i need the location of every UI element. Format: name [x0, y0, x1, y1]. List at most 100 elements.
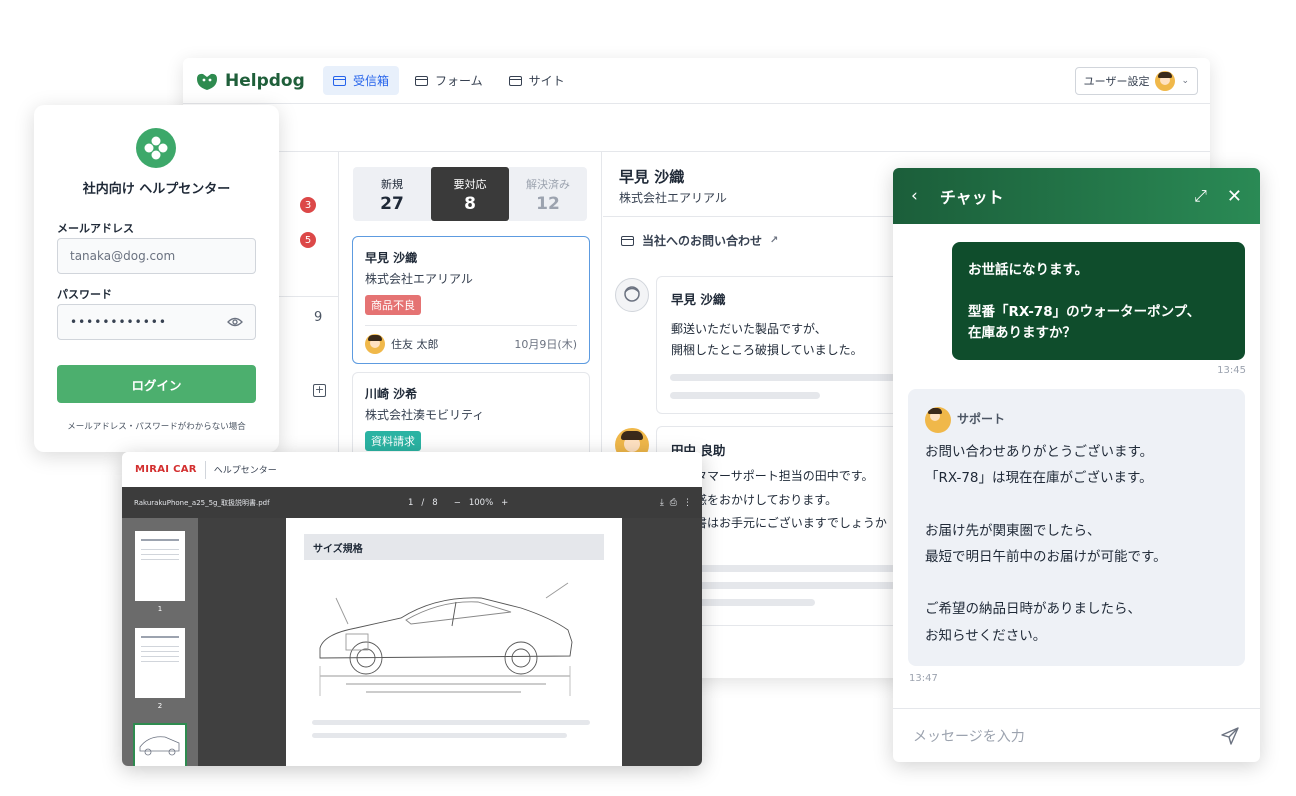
inbox-icon: [333, 75, 346, 86]
inquiry-source-label: 当社へのお問い合わせ: [642, 234, 763, 248]
message-line: 「RX-78」は現在在庫がございます。: [925, 470, 1153, 487]
ticket-footer: 住友 太郎 10月9日(木): [365, 325, 577, 354]
eye-icon[interactable]: [227, 316, 243, 328]
page-current[interactable]: 1: [408, 498, 413, 508]
message-line: お世話になります。: [968, 262, 1089, 278]
placeholder-line: [670, 392, 820, 399]
agent-name: サポート: [957, 412, 1006, 427]
form-icon: [621, 235, 634, 246]
ticket-date: 10月9日(木): [514, 338, 577, 351]
tab-inbox[interactable]: 受信箱: [323, 66, 400, 95]
email-label: メールアドレス: [57, 222, 134, 235]
back-chevron-icon[interactable]: ‹: [911, 186, 918, 206]
page-total: 8: [432, 497, 438, 508]
site-icon: [508, 75, 522, 86]
message-input-placeholder: メッセージを入力: [913, 728, 1025, 745]
ticket-assignee: 住友 太郎: [391, 338, 439, 351]
assignee-avatar: [365, 334, 385, 354]
message-line: ご希望の納品日時がありましたら、: [925, 601, 1141, 618]
incoming-message: サポート お問い合わせありがとうございます。 「RX-78」は現在在庫がございま…: [908, 389, 1245, 666]
sub-toolbar: [183, 104, 1210, 152]
add-folder-icon[interactable]: +: [313, 384, 326, 397]
placeholder-line: [312, 720, 590, 725]
user-avatar: [1155, 70, 1176, 91]
outgoing-message: お世話になります。 型番「RX-78」のウォーターポンプ、 在庫ありますか？: [952, 242, 1245, 360]
placeholder-line: [670, 582, 900, 589]
tab-forms[interactable]: フォーム: [405, 66, 493, 95]
print-icon[interactable]: ⎙: [670, 498, 677, 508]
tab-status-resolved[interactable]: 解決済み 12: [509, 167, 587, 221]
chat-widget: ‹ チャット ⤢ ✕ お世話になります。 型番「RX-78」のウォーターポンプ、…: [893, 168, 1260, 762]
status-label: 解決済み: [526, 178, 570, 191]
chat-header: ‹ チャット ⤢ ✕: [893, 168, 1260, 224]
mirai-car-logo[interactable]: MIRAI CAR: [135, 464, 197, 475]
pdf-toolbar: RakurakuPhone_a25_5g_取扱説明書.pdf 1 / 8 − 1…: [122, 487, 702, 518]
inquiry-source[interactable]: 当社へのお問い合わせ ↗: [621, 232, 778, 249]
pdf-page-area: サイズ規格: [198, 518, 702, 766]
message-input[interactable]: メッセージを入力: [893, 709, 1260, 762]
tab-site-label: サイト: [528, 74, 565, 88]
tab-inbox-label: 受信箱: [353, 74, 390, 88]
page-thumbnail[interactable]: [135, 531, 185, 601]
pdf-actions: ⤓ ⎙ ⋮: [660, 498, 692, 508]
tab-status-new[interactable]: 新規 27: [353, 167, 431, 221]
zoom-in-button[interactable]: +: [501, 498, 508, 508]
message-line: お知らせください。: [925, 627, 1047, 644]
zoom-out-button[interactable]: −: [454, 498, 461, 508]
thumbnail-number: 2: [157, 702, 163, 710]
placeholder-line: [670, 374, 900, 381]
close-icon[interactable]: ✕: [1227, 186, 1242, 207]
helpdog-logo[interactable]: Helpdog: [195, 71, 323, 91]
status-count: 12: [536, 194, 560, 214]
page-thumbnail[interactable]: [135, 628, 185, 698]
ticket-card[interactable]: 早見 沙織 株式会社エアリアル 商品不良 住友 太郎 10月9日(木): [352, 236, 590, 364]
message-line: 開梱したところ破損していました。: [671, 342, 863, 357]
thumbnail-number: 1: [157, 605, 163, 613]
agent-header: サポート: [925, 407, 1228, 433]
password-field[interactable]: ••••••••••••: [57, 304, 256, 340]
external-link-icon[interactable]: ↗: [770, 235, 778, 246]
pdf-page-controls: 1 / 8 − 100% +: [408, 498, 508, 508]
forgot-credentials-link[interactable]: メールアドレス・パスワードがわからない場合: [34, 420, 279, 432]
page-separator: /: [421, 497, 425, 508]
message-line: お問い合わせありがとうございます。: [925, 444, 1154, 460]
app-name: Helpdog: [225, 70, 305, 91]
user-settings-label: ユーザー設定: [1083, 74, 1150, 88]
form-icon: [415, 75, 429, 86]
more-icon[interactable]: ⋮: [683, 498, 692, 508]
message-line: お届け先が関東圏でしたら、: [925, 522, 1101, 539]
send-icon[interactable]: [1220, 726, 1240, 746]
dog-logo-icon: [197, 73, 217, 90]
page-thumbnail-selected[interactable]: [133, 723, 187, 766]
status-label: 要対応: [453, 178, 487, 191]
unread-badge: 3: [300, 197, 316, 213]
chevron-down-icon: ⌄: [1181, 75, 1189, 86]
tab-site[interactable]: サイト: [499, 66, 575, 95]
message-line: 郵送いただいた製品ですが、: [671, 321, 827, 336]
ticket-tag: 商品不良: [365, 295, 421, 315]
pdf-filename: RakurakuPhone_a25_5g_取扱説明書.pdf: [134, 498, 270, 507]
user-settings-button[interactable]: ユーザー設定 ⌄: [1074, 66, 1198, 95]
status-label: 新規: [381, 178, 403, 191]
message-line: 在庫ありますか？: [968, 324, 1076, 341]
ticket-customer-name: 川崎 沙希: [365, 387, 418, 401]
message-line: [925, 492, 1228, 518]
email-field[interactable]: tanaka@dog.com: [57, 238, 256, 274]
ticket-company: 株式会社エアリアル: [365, 272, 473, 286]
download-icon[interactable]: ⤓: [660, 498, 664, 508]
message-line: 型番「RX-78」のウォーターポンプ、: [968, 303, 1201, 320]
agent-avatar: [925, 407, 951, 433]
unread-badge: 5: [300, 232, 316, 248]
expand-icon[interactable]: ⤢: [1194, 186, 1207, 206]
page-heading: サイズ規格: [304, 534, 604, 560]
pdf-thumbnail-sidebar: 1 2: [122, 518, 198, 766]
status-count: 27: [380, 194, 404, 214]
detail-company: 株式会社エアリアル: [619, 191, 727, 205]
customer-avatar: [615, 278, 649, 312]
helpcenter-logo-icon: [136, 128, 176, 168]
tab-status-pending[interactable]: 要対応 8: [431, 167, 509, 221]
divider: [204, 460, 206, 479]
login-button[interactable]: ログイン: [57, 365, 256, 403]
login-title: 社内向け ヘルプセンター: [82, 182, 231, 197]
ticket-company: 株式会社湊モビリティ: [365, 408, 485, 422]
